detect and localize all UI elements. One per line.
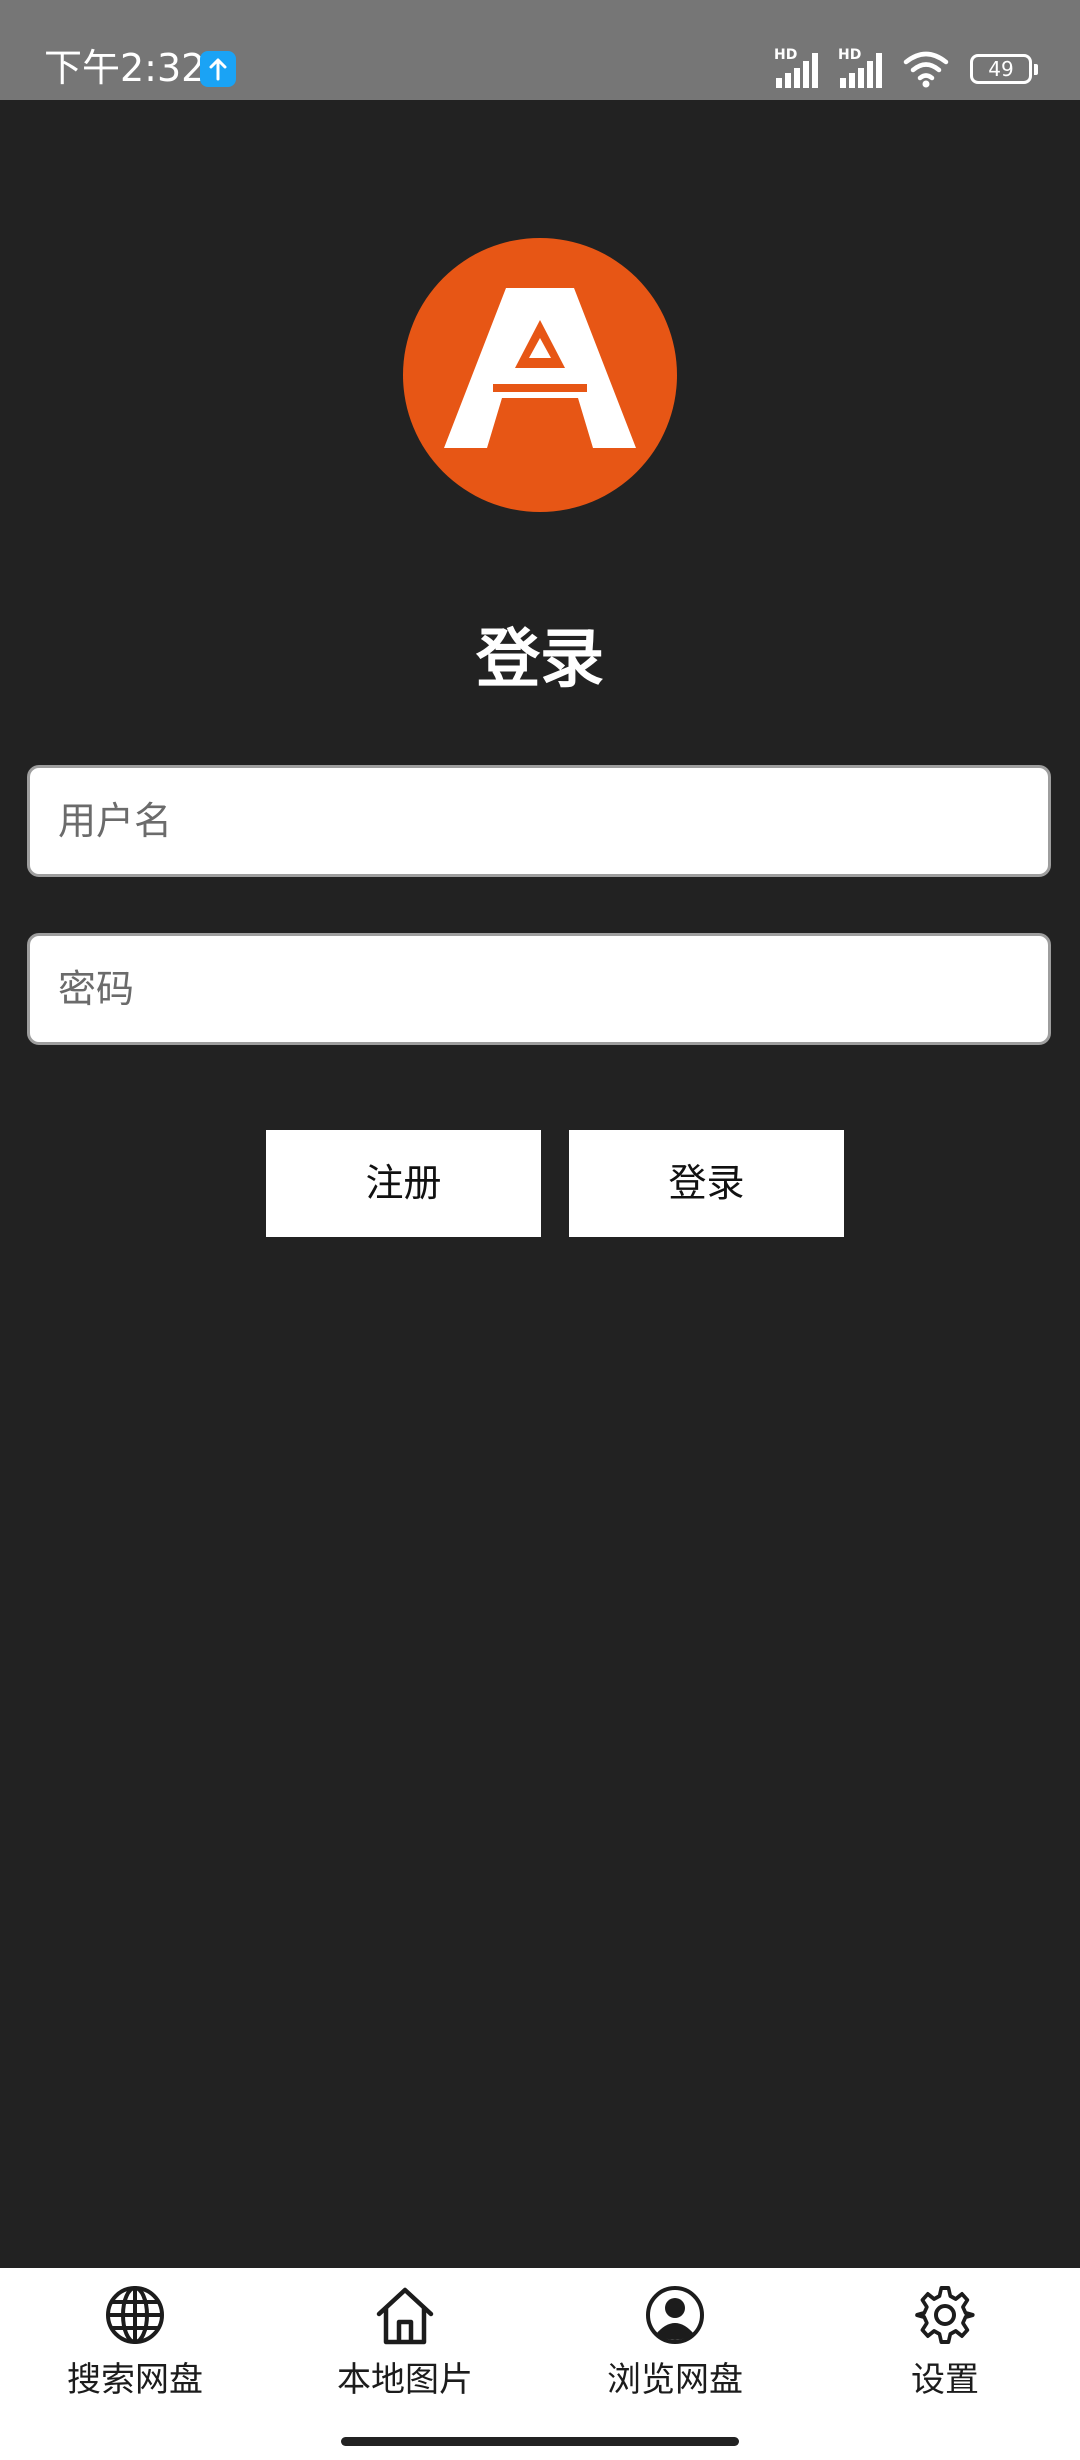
signal-icon: HD [774, 48, 824, 88]
nav-label: 设置 [911, 2360, 979, 2400]
wifi-icon [903, 51, 949, 88]
signal-icon: HD [838, 48, 888, 88]
status-icons: HD HD 49 [774, 44, 1038, 88]
nav-label: 本地图片 [337, 2360, 473, 2400]
register-button[interactable]: 注册 [266, 1130, 541, 1237]
login-button[interactable]: 登录 [569, 1130, 844, 1237]
nav-label: 搜索网盘 [67, 2360, 203, 2400]
user-circle-icon [646, 2286, 704, 2344]
username-input[interactable] [27, 765, 1051, 877]
nav-label: 浏览网盘 [607, 2360, 743, 2400]
nav-item-search-drive[interactable]: 搜索网盘 [0, 2268, 270, 2418]
nav-item-local-images[interactable]: 本地图片 [270, 2268, 540, 2418]
nav-item-settings[interactable]: 设置 [810, 2268, 1080, 2418]
upload-badge-icon [200, 51, 236, 87]
status-bar: 下午2:32 HD HD 49 [0, 0, 1080, 100]
bottom-nav: 搜索网盘 本地图片 浏览网盘 设置 [0, 2268, 1080, 2460]
status-time: 下午2:32 [44, 46, 206, 90]
globe-icon [106, 2286, 164, 2344]
password-input[interactable] [27, 933, 1051, 1045]
battery-icon: 49 [970, 54, 1038, 84]
nav-item-browse-drive[interactable]: 浏览网盘 [540, 2268, 810, 2418]
home-icon [376, 2287, 434, 2345]
page-title: 登录 [476, 623, 604, 697]
gear-icon [915, 2286, 975, 2344]
home-indicator [341, 2437, 739, 2446]
battery-level: 49 [988, 57, 1014, 81]
app-logo-icon [403, 238, 677, 512]
